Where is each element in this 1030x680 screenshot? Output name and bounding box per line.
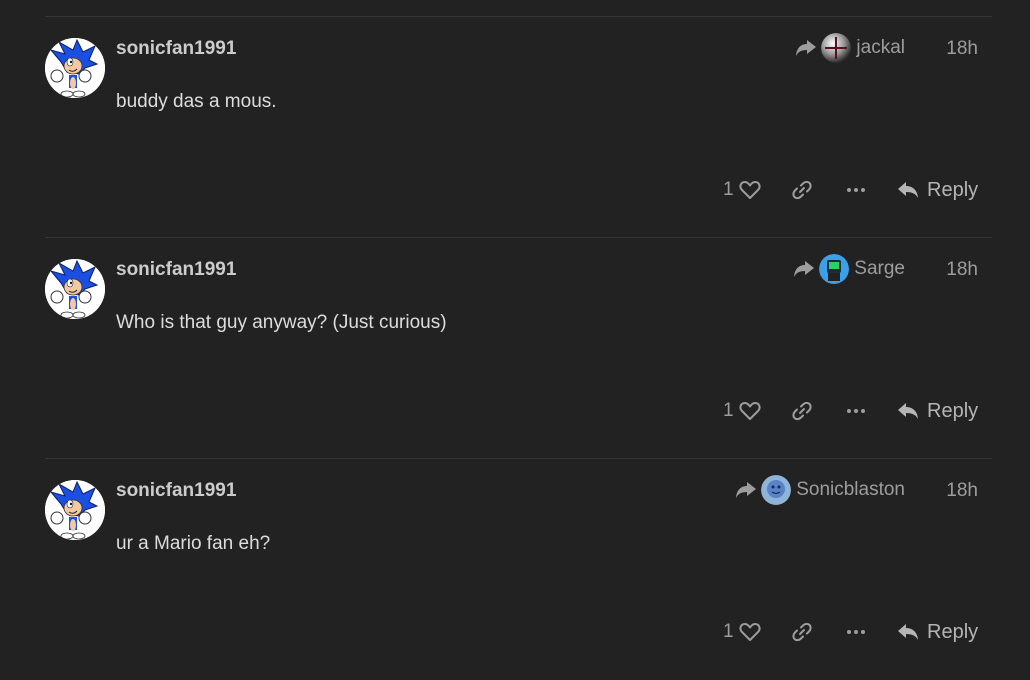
username[interactable]: sonicfan1991 (116, 259, 236, 281)
post-time[interactable]: 18h (946, 38, 978, 60)
heart-icon[interactable] (739, 622, 761, 642)
heart-icon[interactable] (739, 180, 761, 200)
more-options-icon[interactable] (845, 623, 867, 641)
post-content: ur a Mario fan eh? (116, 533, 271, 554)
post: sonicfan1991 Sonicblaston 18h ur a Mario… (45, 459, 992, 680)
sonic-avatar-icon (45, 38, 105, 98)
link-icon[interactable] (791, 179, 813, 201)
avatar[interactable] (45, 38, 105, 98)
reply-label: Reply (927, 178, 979, 201)
post-time[interactable]: 18h (946, 480, 978, 502)
reply-label: Reply (927, 399, 979, 422)
sonic-avatar-icon (45, 259, 105, 319)
avatar[interactable] (45, 259, 105, 319)
reply-to-username: jackal (856, 37, 905, 58)
more-options-icon[interactable] (845, 402, 867, 420)
reply-to-indicator[interactable]: Sonicblaston (735, 474, 905, 506)
username[interactable]: sonicfan1991 (116, 38, 236, 60)
sonicblaston-avatar-icon (761, 475, 792, 505)
post-time[interactable]: 18h (946, 259, 978, 281)
like-count[interactable]: 1 (723, 400, 734, 422)
link-icon[interactable] (791, 400, 813, 422)
post-content: Who is that guy anyway? (Just curious) (116, 312, 447, 333)
avatar[interactable] (45, 480, 105, 540)
reply-to-username: Sonicblaston (796, 479, 905, 500)
reply-to-username: Sarge (854, 258, 905, 279)
like-count[interactable]: 1 (723, 179, 734, 201)
post: sonicfan1991 jackal 18h buddy das a mous… (45, 17, 992, 238)
share-arrow-icon (794, 261, 815, 277)
username[interactable]: sonicfan1991 (116, 480, 236, 502)
jackal-avatar-icon (821, 33, 852, 63)
reply-button[interactable]: Reply (897, 618, 978, 646)
reply-button[interactable]: Reply (897, 397, 978, 425)
reply-icon (898, 624, 918, 640)
reply-to-indicator[interactable]: Sarge (793, 253, 905, 285)
more-options-icon[interactable] (845, 181, 867, 199)
post: sonicfan1991 Sarge 18h Who is that guy a… (45, 238, 992, 459)
heart-icon[interactable] (739, 401, 761, 421)
reply-icon (898, 403, 918, 419)
link-icon[interactable] (791, 621, 813, 643)
post-content: buddy das a mous. (116, 91, 277, 112)
reply-label: Reply (927, 620, 979, 643)
sonic-avatar-icon (45, 480, 105, 540)
share-arrow-icon (736, 482, 757, 498)
sarge-avatar-icon (819, 254, 850, 284)
reply-button[interactable]: Reply (897, 176, 978, 204)
reply-to-indicator[interactable]: jackal (795, 32, 905, 64)
share-arrow-icon (796, 40, 817, 56)
like-count[interactable]: 1 (723, 621, 734, 643)
reply-icon (898, 182, 918, 198)
